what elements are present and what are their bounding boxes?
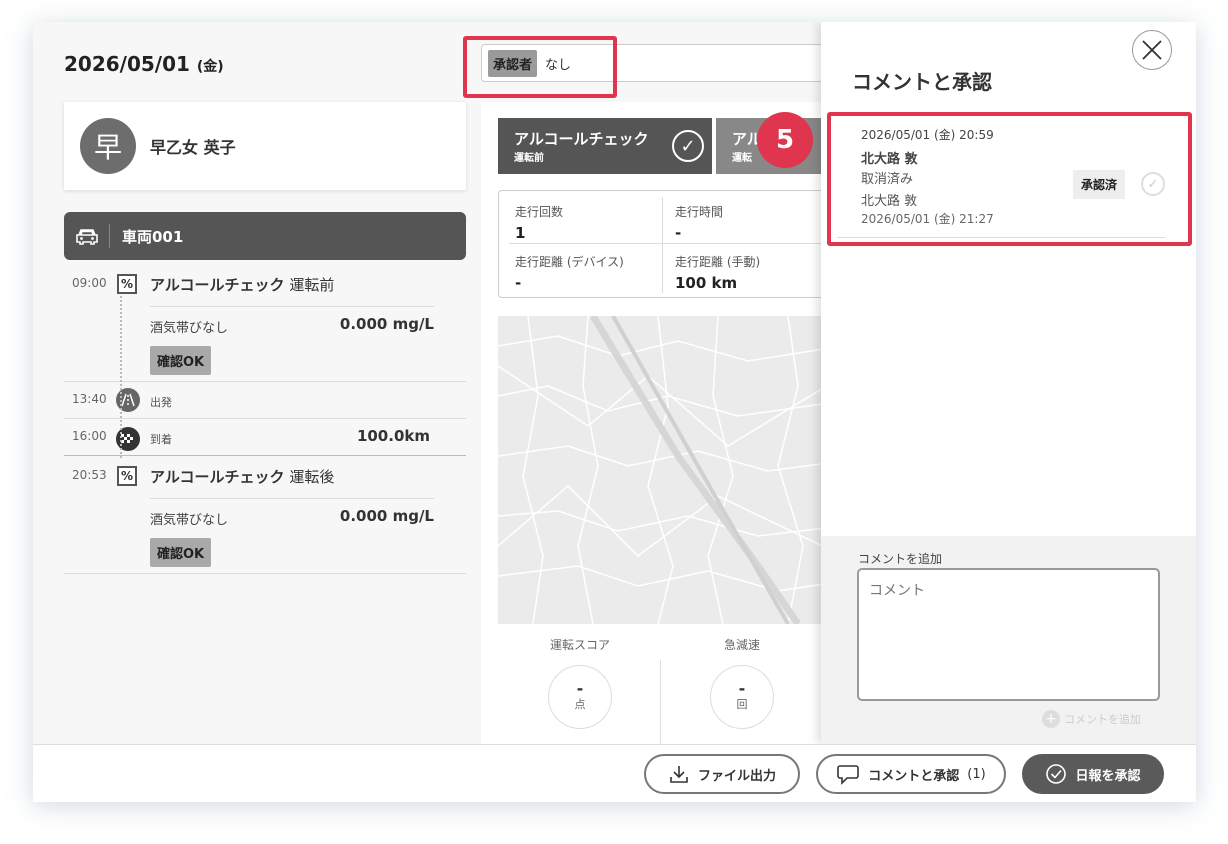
footer-bar: ファイル出力 コメントと承認 (1) 日報を承認 [33, 744, 1196, 802]
approver-highlight [463, 36, 617, 98]
route-map[interactable] [498, 316, 843, 624]
arrive-label: 到着 [150, 433, 172, 446]
check-result-row: 酒気帯びなし 0.000 mg/L [150, 498, 434, 528]
timeline-time: 13:40 [72, 392, 107, 406]
plus-icon: + [1042, 710, 1060, 728]
check-result-value: 0.000 mg/L [339, 507, 434, 525]
approve-report-button[interactable]: 日報を承認 [1022, 754, 1164, 794]
check-result-value: 0.000 mg/L [339, 315, 434, 333]
timeline-connector [120, 380, 122, 458]
comments-approval-button[interactable]: コメントと承認 (1) [816, 754, 1006, 794]
timeline-time: 09:00 [72, 276, 107, 290]
check-title: アルコールチェック 運転前 [150, 276, 335, 294]
approve-label: 日報を承認 [1075, 768, 1141, 784]
comment-highlight [827, 112, 1192, 246]
check-result-label: 酒気帯びなし [150, 321, 229, 336]
stat-runs: 走行回数 1 [515, 205, 564, 242]
check-circle-icon [1046, 764, 1067, 784]
stat-time: 走行時間 - [675, 205, 724, 242]
check-circle-icon: ✓ [672, 130, 704, 162]
timeline: 09:00 % アルコールチェック 運転前 酒気帯びなし 0.000 mg/L … [64, 264, 466, 574]
score-circle: -点 [548, 665, 612, 729]
driver-card: 早 早乙女 英子 [64, 102, 466, 190]
report-weekday: (金) [196, 59, 224, 75]
check-ok-badge: 確認OK [150, 538, 212, 567]
percent-icon: % [117, 466, 137, 486]
export-label: ファイル出力 [697, 768, 776, 784]
add-comment-button[interactable]: + コメントを追加 [1042, 710, 1141, 728]
score-brake: 急減速 -回 [660, 636, 824, 729]
report-date: 2026/05/01 (金) [64, 52, 224, 76]
comment-panel: コメントと承認 2026/05/01 (金) 20:59 北大路 敦 取消済み … [821, 22, 1196, 744]
check-ok-badge: 確認OK [150, 346, 212, 375]
close-icon [1142, 40, 1162, 60]
comments-label: コメントと承認 [868, 768, 960, 784]
timeline-check-before: 09:00 % アルコールチェック 運転前 酒気帯びなし 0.000 mg/L … [64, 264, 466, 382]
add-comment-label: コメントを追加 [1064, 713, 1141, 726]
export-file-button[interactable]: ファイル出力 [644, 754, 800, 794]
timeline-depart: 13:40 出発 [64, 382, 466, 419]
avatar: 早 [80, 118, 136, 174]
score-drive: 運転スコア -点 [498, 636, 662, 729]
timeline-time: 20:53 [72, 468, 107, 482]
panel-title: コメントと承認 [852, 70, 992, 94]
check-result-row: 酒気帯びなし 0.000 mg/L [150, 306, 434, 336]
percent-icon: % [117, 274, 137, 294]
vehicle-name: 車両001 [122, 227, 184, 246]
close-button[interactable] [1132, 30, 1172, 70]
score-circle: -回 [710, 665, 774, 729]
timeline-check-after: 20:53 % アルコールチェック 運転後 酒気帯びなし 0.000 mg/L … [64, 380, 466, 574]
driver-name: 早乙女 英子 [150, 138, 236, 157]
timeline-connector [120, 296, 122, 382]
speech-bubble-icon [837, 765, 860, 785]
app-window: 2026/05/01 (金) 承認者 なし 早 早乙女 英子 車両001 09:… [33, 22, 1196, 802]
comment-form-label: コメントを追加 [858, 552, 943, 566]
car-icon [64, 224, 110, 248]
timeline-arrive: 16:00 到着 100.0km [64, 419, 466, 456]
stat-distance-manual: 走行距離 (手動) 100 km [675, 255, 761, 292]
comment-form: コメントを追加 + コメントを追加 [821, 536, 1196, 744]
trip-detail: アルコールチェック 運転前 ✓ アル 運転 5 走行回数 1 走行時間 - 走行距離… [481, 102, 843, 762]
tab-check-before[interactable]: アルコールチェック 運転前 ✓ [498, 118, 712, 174]
stat-distance-device: 走行距離 (デバイス) - [515, 255, 624, 292]
download-icon [670, 766, 688, 783]
trip-stats: 走行回数 1 走行時間 - 走行距離 (デバイス) - 走行距離 (手動) 100 km [498, 190, 838, 298]
comments-count: (1) [967, 766, 986, 782]
depart-label: 出発 [150, 396, 172, 409]
comment-input[interactable] [857, 568, 1160, 701]
check-title: アルコールチェック 運転後 [150, 468, 335, 486]
arrive-distance: 100.0km [356, 427, 430, 445]
vehicle-header[interactable]: 車両001 [64, 212, 466, 260]
timeline-time: 16:00 [72, 429, 107, 443]
check-result-label: 酒気帯びなし [150, 513, 229, 528]
step-badge: 5 [757, 112, 813, 168]
